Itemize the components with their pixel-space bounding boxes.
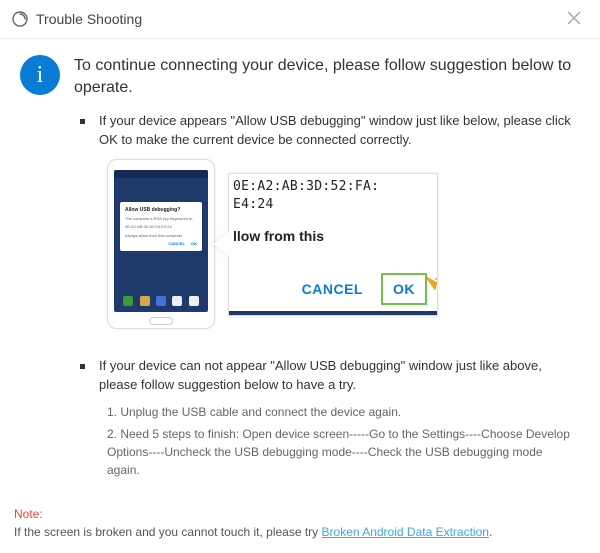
closeup-mid-text: llow from this xyxy=(229,214,437,244)
note-section: Note: If the screen is broken and you ca… xyxy=(14,505,586,541)
callout-arrow xyxy=(213,232,229,256)
step-2: 2. Need 5 steps to finish: Open device s… xyxy=(107,425,576,479)
info-icon: i xyxy=(20,55,60,95)
instruction-item-1: If your device appears "Allow USB debugg… xyxy=(80,112,576,348)
fingerprint-line1: 0E:A2:AB:3D:52:FA: xyxy=(233,179,379,194)
title-bar: Trouble Shooting xyxy=(0,0,600,39)
phone-mockup: Allow USB debugging? The computer's RSA … xyxy=(107,159,215,329)
content-area: i To continue connecting your device, pl… xyxy=(0,39,600,501)
instruction-text-2: If your device can not appear "Allow USB… xyxy=(99,357,576,395)
pointer-arrow-icon xyxy=(423,270,438,309)
cancel-button-mock: CANCEL xyxy=(302,281,363,297)
instruction-text-1: If your device appears "Allow USB debugg… xyxy=(99,112,576,150)
bullet-icon xyxy=(80,364,85,369)
illustration: Allow USB debugging? The computer's RSA … xyxy=(107,159,576,329)
dialog-title: Trouble Shooting xyxy=(36,11,560,27)
bullet-icon xyxy=(80,119,85,124)
broken-android-link[interactable]: Broken Android Data Extraction xyxy=(322,525,489,539)
header-row: i To continue connecting your device, pl… xyxy=(20,55,576,100)
instruction-item-2: If your device can not appear "Allow USB… xyxy=(80,357,576,483)
fingerprint-line2: E4:24 xyxy=(233,197,274,212)
dialog-closeup: 0E:A2:AB:3D:52:FA: E4:24 llow from this … xyxy=(228,173,438,316)
app-icon xyxy=(12,11,28,27)
note-suffix: . xyxy=(489,525,492,539)
step-1: 1. Unplug the USB cable and connect the … xyxy=(107,403,576,421)
close-button[interactable] xyxy=(560,8,588,30)
note-label: Note: xyxy=(14,507,43,521)
instruction-list: If your device appears "Allow USB debugg… xyxy=(80,112,576,483)
note-text: If the screen is broken and you cannot t… xyxy=(14,525,322,539)
heading-text: To continue connecting your device, plea… xyxy=(74,55,576,100)
phone-dialog-mock: Allow USB debugging? The computer's RSA … xyxy=(120,202,202,251)
ok-button-mock: OK xyxy=(381,273,427,305)
steps-list: 1. Unplug the USB cable and connect the … xyxy=(107,403,576,479)
